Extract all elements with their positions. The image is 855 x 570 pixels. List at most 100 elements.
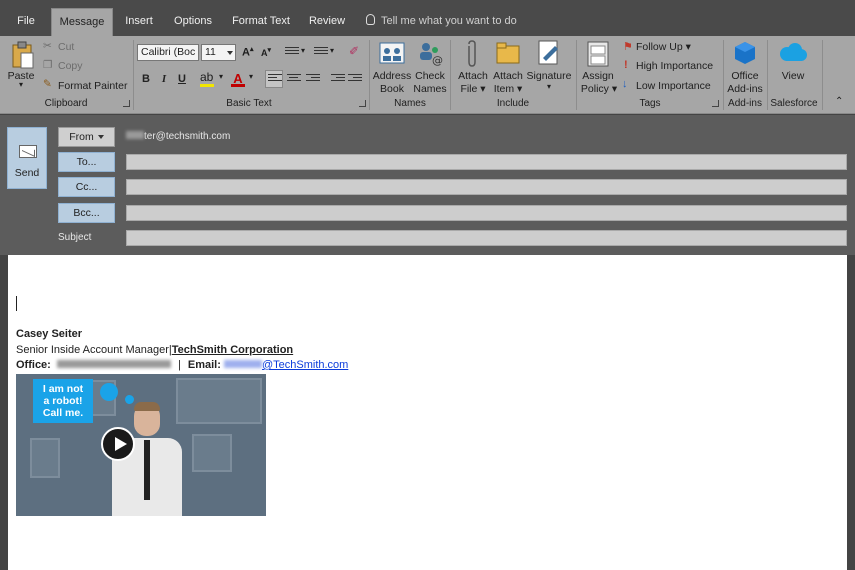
highlight-icon[interactable]: ab [200, 70, 213, 84]
tab-options[interactable]: Options [168, 10, 218, 36]
cut-label: Cut [58, 41, 75, 53]
bcc-button[interactable]: Bcc... [58, 203, 115, 223]
tab-format-text[interactable]: Format Text [229, 10, 293, 36]
bcc-field[interactable] [126, 205, 847, 221]
signature-company[interactable]: TechSmith Corporation [172, 344, 293, 356]
tell-me-search[interactable]: Tell me what you want to do [366, 14, 517, 27]
bubble-line: a robot! [43, 395, 83, 407]
paintbrush-icon: ✎ [43, 78, 52, 90]
from-address: ter@techsmith.com [126, 131, 230, 142]
italic-icon[interactable]: I [157, 73, 171, 85]
decrease-indent-icon[interactable] [331, 74, 345, 86]
subject-field[interactable] [126, 230, 847, 246]
signature-title: Senior Inside Account Manager [16, 344, 169, 356]
attach-file-label-1: Attach [458, 70, 488, 82]
send-button[interactable]: Send [7, 127, 47, 189]
paste-icon [12, 41, 34, 69]
signature-title-line: Senior Inside Account Manager|TechSmith … [16, 344, 293, 356]
align-center-icon[interactable] [287, 74, 301, 86]
redacted-text [126, 131, 144, 139]
check-names-icon: @ [420, 43, 443, 66]
format-painter-label: Format Painter [58, 80, 128, 92]
align-left-button[interactable] [265, 70, 283, 88]
signature-name-text: Casey Seiter [16, 328, 83, 340]
background-frame [192, 434, 232, 472]
align-right-icon[interactable] [306, 74, 320, 86]
align-left-icon [268, 74, 282, 86]
ribbon-tab-bar: File Message Insert Options Format Text … [0, 0, 855, 36]
font-size-combo[interactable]: 11 [201, 44, 236, 61]
chevron-down-icon[interactable]: ▾ [249, 72, 253, 81]
signature-contact-line: Office: | Email: @TechSmith.com [16, 359, 348, 371]
cc-label: Cc... [75, 181, 98, 193]
svg-text:@: @ [432, 54, 443, 66]
signature-name: Casey Seiter [16, 328, 82, 340]
check-names-label-1: Check [415, 70, 445, 82]
chevron-down-icon: ▾ [18, 80, 23, 89]
bold-icon[interactable]: B [139, 73, 153, 85]
high-importance-icon: ! [624, 59, 628, 71]
tab-review[interactable]: Review [304, 10, 350, 36]
office-addins-icon [735, 42, 755, 64]
cc-button[interactable]: Cc... [58, 177, 115, 197]
copy-icon: ❐ [43, 59, 53, 71]
to-label: To... [76, 156, 97, 168]
addins-group-label: Add-ins [728, 98, 762, 109]
chevron-down-icon[interactable]: ▾ [330, 46, 334, 55]
email-domain: @TechSmith.com [261, 359, 349, 371]
chevron-down-icon[interactable]: ▾ [219, 72, 223, 81]
to-button[interactable]: To... [58, 152, 115, 172]
bcc-label: Bcc... [73, 207, 100, 219]
font-name-combo[interactable]: Calibri (Boc [137, 44, 199, 61]
chevron-down-icon[interactable]: ▾ [301, 46, 305, 55]
office-addins-label-1: Office [731, 70, 759, 82]
signature-label: Signature [526, 70, 572, 82]
attach-file-label-2: File ▾ [460, 83, 486, 95]
cc-field[interactable] [126, 179, 847, 195]
from-button[interactable]: From [58, 127, 115, 147]
play-icon[interactable] [101, 427, 135, 461]
shrink-font-icon[interactable]: A▾ [261, 46, 271, 58]
high-importance-label: High Importance [636, 60, 714, 72]
to-field[interactable] [126, 154, 847, 170]
clipboard-launcher-icon[interactable] [123, 100, 130, 107]
tab-file[interactable]: File [8, 10, 44, 36]
scissors-icon: ✂ [43, 40, 52, 52]
signature-video-thumbnail[interactable]: I am not a robot! Call me. [16, 374, 266, 516]
email-link[interactable]: @TechSmith.com [223, 359, 349, 371]
increase-indent-icon[interactable] [348, 74, 362, 86]
salesforce-view-label: View [781, 70, 805, 82]
font-name-value: Calibri (Boc [141, 46, 196, 58]
paperclip-icon [468, 40, 476, 67]
attach-item-label-2: Item ▾ [493, 83, 523, 95]
tab-insert[interactable]: Insert [119, 10, 159, 36]
ribbon: Paste ▾ ✂ Cut ❐ Copy ✎ Format Painter Cl… [0, 36, 855, 114]
redacted-phone [56, 360, 171, 368]
tab-message[interactable]: Message [51, 8, 113, 36]
from-label: From [69, 131, 94, 143]
separator [822, 40, 823, 110]
attach-item-label-1: Attach [493, 70, 523, 82]
compose-header: Send From ter@techsmith.com To... Cc... … [0, 115, 855, 255]
grow-font-icon[interactable]: A▴ [242, 45, 253, 59]
basic-text-group-label: Basic Text [226, 98, 272, 109]
collapse-ribbon-icon[interactable]: ⌃ [835, 96, 843, 107]
clear-formatting-icon[interactable]: ✐ [349, 44, 359, 58]
underline-icon[interactable]: U [175, 73, 189, 85]
salesforce-cloud-icon [780, 43, 807, 61]
background-frame [176, 378, 262, 424]
font-size-value: 11 [205, 46, 216, 58]
address-book-icon [379, 42, 405, 64]
assign-policy-label-2: Policy ▾ [580, 83, 618, 95]
basic-text-launcher-icon[interactable] [359, 100, 366, 107]
bullets-icon[interactable] [285, 47, 299, 59]
numbering-icon[interactable] [314, 47, 328, 59]
envelope-icon [19, 145, 37, 158]
names-group-label: Names [394, 98, 426, 109]
text-caret [16, 296, 17, 311]
message-body[interactable]: Casey Seiter Senior Inside Account Manag… [8, 255, 847, 570]
address-book-label-1: Address [372, 70, 412, 82]
tags-launcher-icon[interactable] [712, 100, 719, 107]
salesforce-group-label: Salesforce [770, 98, 818, 109]
highlight-color-bar [200, 84, 214, 87]
